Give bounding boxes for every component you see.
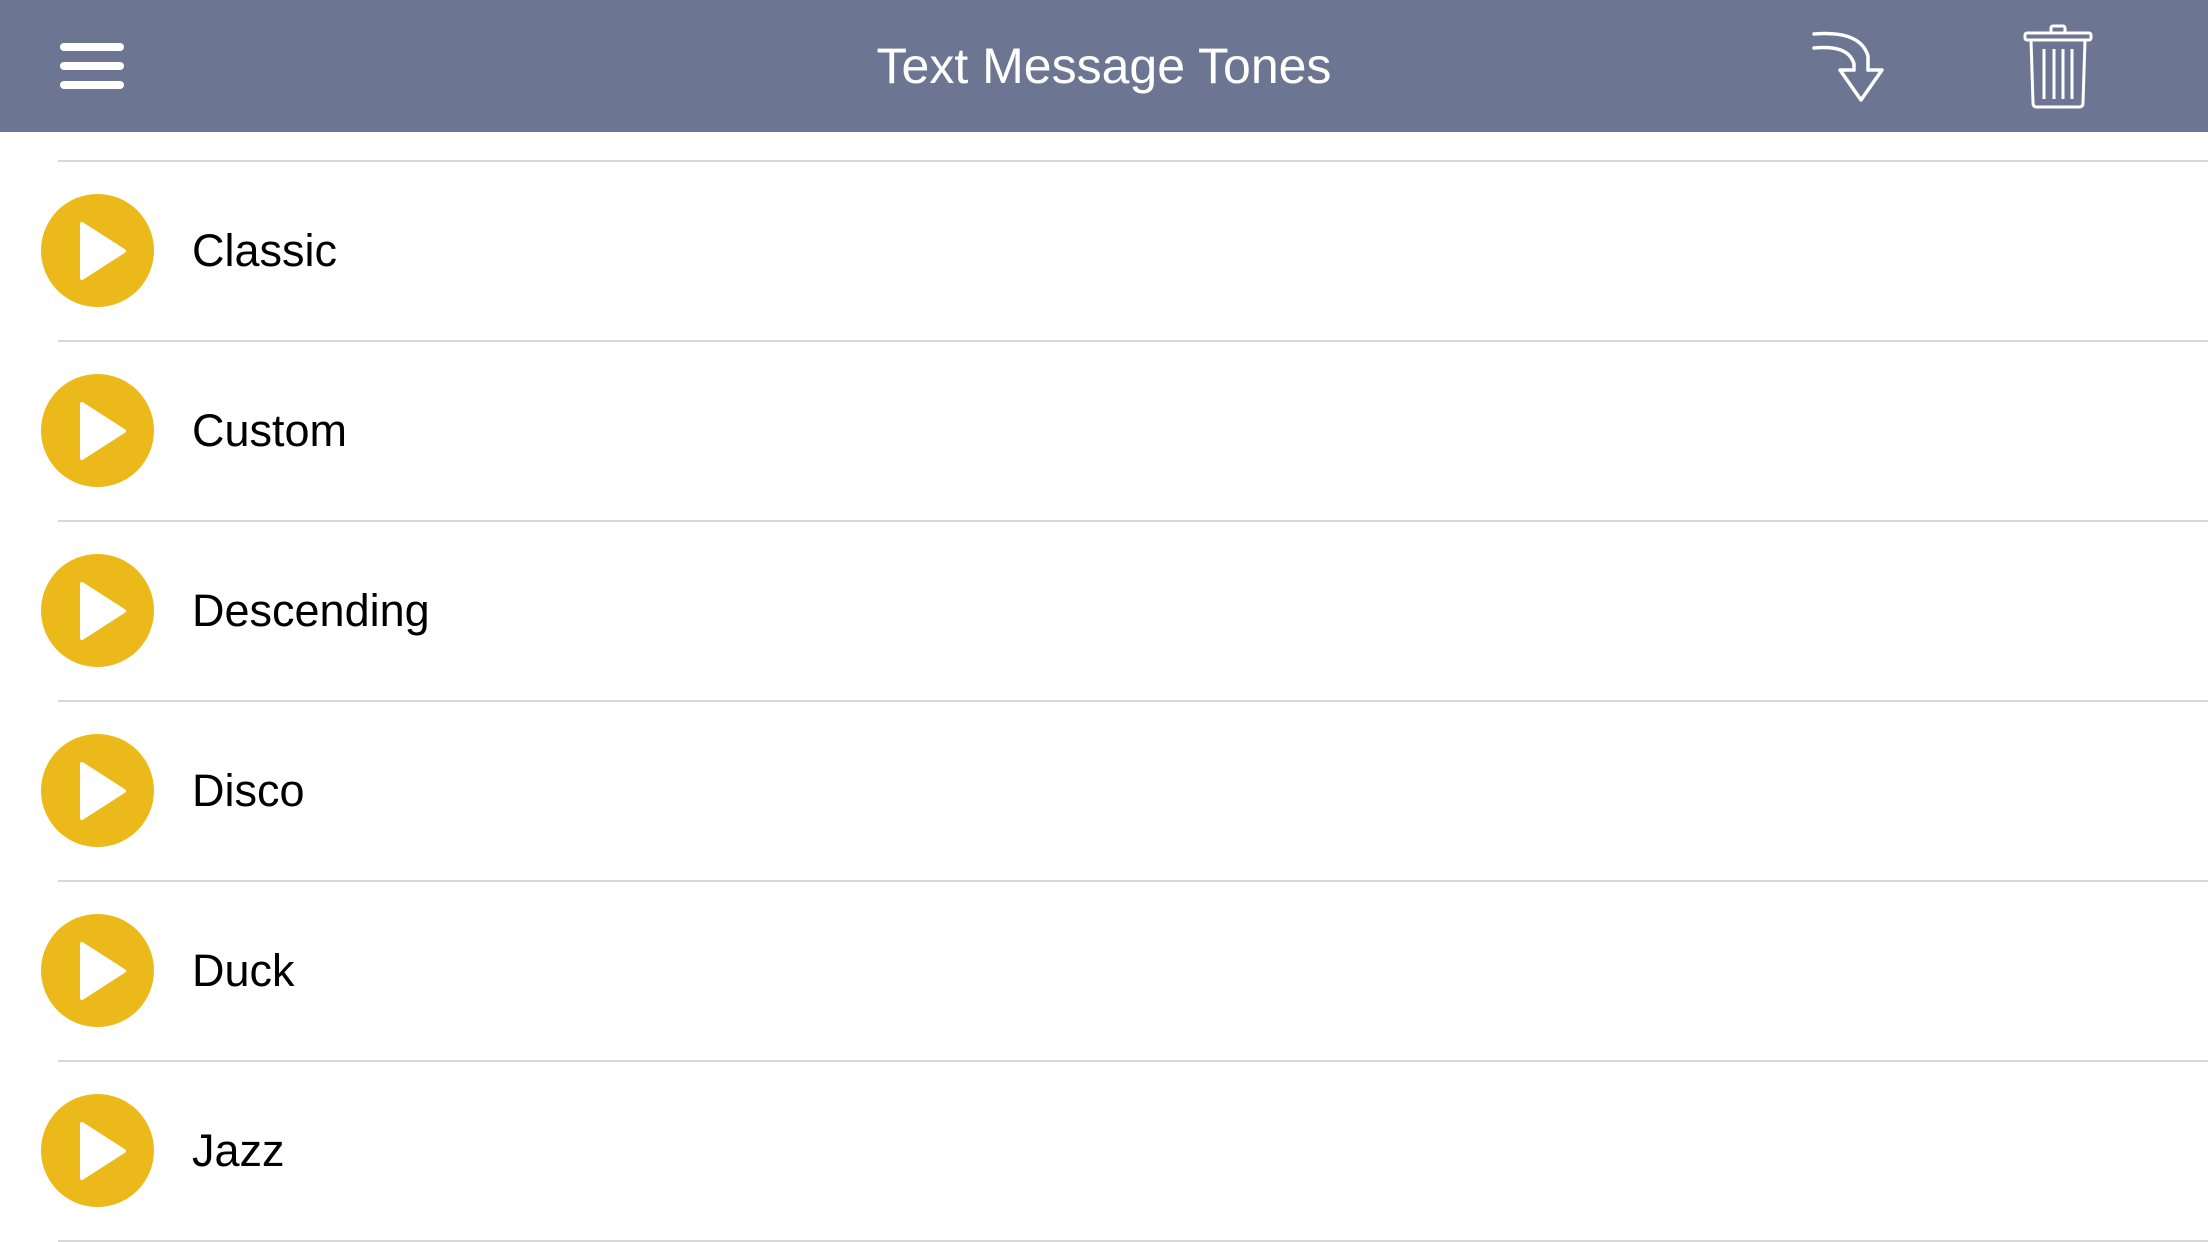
play-icon xyxy=(79,1121,126,1180)
play-icon xyxy=(79,221,126,280)
tone-label: Disco xyxy=(192,765,305,816)
curved-arrow-down-icon xyxy=(1812,31,1884,102)
tone-label: Duck xyxy=(192,945,295,996)
play-button[interactable] xyxy=(41,734,154,847)
list-item[interactable]: Descending xyxy=(0,522,2208,700)
play-icon xyxy=(79,941,126,1000)
play-icon xyxy=(79,581,126,640)
list-item[interactable]: Jazz xyxy=(0,1062,2208,1240)
menu-button[interactable] xyxy=(36,0,150,132)
hamburger-menu-icon xyxy=(60,43,124,89)
play-button[interactable] xyxy=(41,1094,154,1207)
list-item[interactable]: Disco xyxy=(0,702,2208,880)
tone-label: Jazz xyxy=(192,1125,285,1176)
play-button[interactable] xyxy=(41,914,154,1027)
tone-label: Classic xyxy=(192,225,338,276)
import-button[interactable] xyxy=(1790,0,1920,132)
list-item[interactable]: Classic xyxy=(0,162,2208,340)
trash-icon xyxy=(2023,24,2093,109)
play-button[interactable] xyxy=(41,374,154,487)
tone-list: Classic Custom Descending Disco Duck Jaz… xyxy=(0,132,2208,1242)
delete-button[interactable] xyxy=(1998,0,2118,132)
tone-label: Custom xyxy=(192,405,348,456)
play-icon xyxy=(79,761,126,820)
list-item[interactable]: Duck xyxy=(0,882,2208,1060)
play-icon xyxy=(79,401,126,460)
play-button[interactable] xyxy=(41,194,154,307)
tone-label: Descending xyxy=(192,585,430,636)
list-item[interactable]: Custom xyxy=(0,342,2208,520)
play-button[interactable] xyxy=(41,554,154,667)
navigation-bar: Text Message Tones xyxy=(0,0,2208,132)
